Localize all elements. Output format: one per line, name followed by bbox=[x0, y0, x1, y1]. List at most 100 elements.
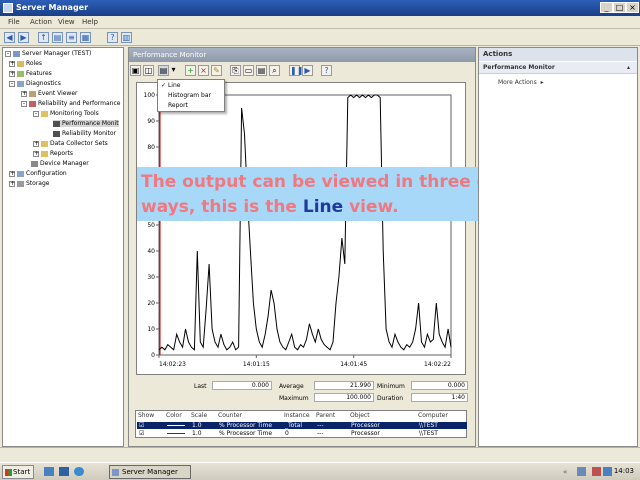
stat-average-label: Average bbox=[279, 383, 304, 390]
tray-alert-icon[interactable] bbox=[592, 467, 601, 476]
tray-arrow-icon[interactable]: « bbox=[563, 468, 567, 476]
menu-item-line[interactable]: ✓ Line bbox=[161, 82, 180, 89]
more-actions-link[interactable]: More Actions ▸ bbox=[498, 79, 544, 86]
change-graph-type-icon[interactable]: ▤ bbox=[158, 65, 169, 76]
network-icon[interactable] bbox=[577, 467, 586, 476]
help-icon[interactable]: ? bbox=[321, 65, 332, 76]
menu-file[interactable]: File bbox=[8, 18, 20, 26]
table-row[interactable]: ☑ 1.0 % Processor Time 0 --- Processor \… bbox=[137, 430, 467, 437]
freeze-display-icon[interactable]: ❚❚ bbox=[289, 65, 303, 76]
column-header-object[interactable]: Object bbox=[350, 412, 370, 419]
update-data-icon[interactable]: ▶ bbox=[302, 65, 313, 76]
minimize-button[interactable]: _ bbox=[600, 2, 613, 13]
tree-item-reliability-performance[interactable]: - Reliability and Performance bbox=[21, 100, 120, 107]
title-bar: Server Manager _ □ × bbox=[0, 0, 640, 16]
taskbar: Start Server Manager « 14:03 bbox=[0, 462, 640, 480]
collapse-section-icon[interactable]: ▴ bbox=[627, 64, 630, 71]
show-hide-tree-icon[interactable]: ▤ bbox=[52, 32, 63, 43]
export-icon[interactable]: ▦ bbox=[80, 32, 91, 43]
highlight-icon[interactable]: ✎ bbox=[211, 65, 222, 76]
menu-item-report[interactable]: Report bbox=[168, 102, 188, 109]
tree-root[interactable]: - Server Manager (TEST) bbox=[5, 50, 91, 57]
menu-help[interactable]: Help bbox=[82, 18, 98, 26]
collapse-icon[interactable]: - bbox=[5, 50, 11, 57]
expand-icon[interactable]: + bbox=[9, 170, 15, 177]
column-header-scale[interactable]: Scale bbox=[191, 412, 207, 419]
column-header-show[interactable]: Show bbox=[138, 412, 154, 419]
expand-icon[interactable]: + bbox=[9, 180, 15, 187]
y-tick-label: 20 bbox=[147, 300, 155, 307]
tree-item-performance-monitor[interactable]: Performance Monit bbox=[53, 120, 119, 127]
expand-icon[interactable]: + bbox=[21, 90, 27, 97]
taskbar-button-server-manager[interactable]: Server Manager bbox=[109, 465, 191, 479]
properties-icon[interactable]: ▤ bbox=[256, 65, 267, 76]
column-header-parent[interactable]: Parent bbox=[316, 412, 335, 419]
start-button[interactable]: Start bbox=[2, 465, 34, 479]
show-checkbox[interactable]: ☑ bbox=[139, 422, 144, 429]
view-log-data-icon[interactable]: ◫ bbox=[143, 65, 154, 76]
menu-item-histogram-bar[interactable]: Histogram bar bbox=[168, 92, 211, 99]
tree-item-monitoring-tools[interactable]: - Monitoring Tools bbox=[33, 110, 99, 117]
properties-icon[interactable]: ≡ bbox=[66, 32, 77, 43]
main-toolbar: ◀ ▶ ↑ ▤ ≡ ▦ ? ▥ bbox=[0, 29, 640, 46]
show-checkbox[interactable]: ☑ bbox=[139, 430, 144, 437]
tree-item-storage[interactable]: + Storage bbox=[9, 180, 49, 187]
view-current-activity-icon[interactable]: ▣ bbox=[130, 65, 141, 76]
tree-item-reports[interactable]: + Reports bbox=[33, 150, 73, 157]
close-button[interactable]: × bbox=[626, 2, 639, 13]
show-action-pane-icon[interactable]: ▥ bbox=[121, 32, 132, 43]
counter-list: Show Color Scale Counter Instance Parent… bbox=[135, 410, 467, 438]
show-desktop-icon[interactable] bbox=[59, 467, 69, 476]
back-icon[interactable]: ◀ bbox=[4, 32, 15, 43]
tree-item-configuration[interactable]: + Configuration bbox=[9, 170, 67, 177]
x-tick-label: 14:02:22 bbox=[424, 361, 451, 368]
status-bar bbox=[0, 447, 640, 461]
internet-explorer-icon[interactable] bbox=[74, 467, 84, 476]
collapse-icon[interactable]: - bbox=[33, 110, 39, 117]
up-folder-icon[interactable]: ↑ bbox=[38, 32, 49, 43]
table-row[interactable]: ☑ 1.0 % Processor Time _Total --- Proces… bbox=[137, 422, 467, 429]
graph-type-dropdown-icon[interactable]: ▾ bbox=[170, 65, 177, 76]
column-header-computer[interactable]: Computer bbox=[418, 412, 448, 419]
expand-icon[interactable]: + bbox=[9, 60, 15, 67]
menu-view[interactable]: View bbox=[58, 18, 75, 26]
column-header-instance[interactable]: Instance bbox=[284, 412, 310, 419]
stat-duration-value: 1:40 bbox=[411, 393, 468, 402]
zoom-icon[interactable]: ⌕ bbox=[269, 65, 280, 76]
stat-minimum-label: Minimum bbox=[377, 383, 405, 390]
column-header-counter[interactable]: Counter bbox=[218, 412, 242, 419]
y-tick-label: 50 bbox=[147, 222, 155, 229]
expand-icon[interactable]: + bbox=[9, 70, 15, 77]
actions-section-title: Performance Monitor bbox=[483, 64, 555, 71]
copy-properties-icon[interactable]: ⎘ bbox=[230, 65, 241, 76]
folder-icon bbox=[41, 140, 48, 147]
menu-bar: File Action View Help bbox=[0, 16, 640, 29]
paste-counter-list-icon[interactable]: ▭ bbox=[243, 65, 254, 76]
column-header-color[interactable]: Color bbox=[166, 412, 182, 419]
tree-item-features[interactable]: + Features bbox=[9, 70, 52, 77]
maximize-button[interactable]: □ bbox=[613, 2, 626, 13]
tree-item-reliability-monitor[interactable]: Reliability Monitor bbox=[53, 130, 116, 137]
tree-item-diagnostics[interactable]: - Diagnostics bbox=[9, 80, 61, 87]
expand-icon[interactable]: + bbox=[33, 140, 39, 147]
tree-item-roles[interactable]: + Roles bbox=[9, 60, 42, 67]
actions-section-header[interactable]: Performance Monitor ▴ bbox=[479, 62, 637, 74]
help-icon[interactable]: ? bbox=[107, 32, 118, 43]
forward-icon[interactable]: ▶ bbox=[18, 32, 29, 43]
center-pane-title: Performance Monitor bbox=[133, 51, 207, 59]
tree-item-event-viewer[interactable]: + Event Viewer bbox=[21, 90, 78, 97]
collapse-icon[interactable]: - bbox=[21, 100, 27, 107]
tree-item-data-collector-sets[interactable]: + Data Collector Sets bbox=[33, 140, 108, 147]
delete-counter-icon[interactable]: × bbox=[198, 65, 209, 76]
y-tick-label: 30 bbox=[147, 274, 155, 281]
folder-icon bbox=[41, 150, 48, 157]
expand-icon[interactable]: + bbox=[33, 150, 39, 157]
add-counter-icon[interactable]: + bbox=[185, 65, 196, 76]
server-manager-quicklaunch-icon[interactable] bbox=[44, 467, 54, 476]
collapse-icon[interactable]: - bbox=[9, 80, 15, 87]
volume-icon[interactable] bbox=[603, 467, 612, 476]
navigation-tree: - Server Manager (TEST) + Roles + Features … bbox=[2, 47, 124, 447]
tree-item-device-manager[interactable]: Device Manager bbox=[31, 160, 89, 167]
menu-action[interactable]: Action bbox=[30, 18, 52, 26]
device-manager-icon bbox=[31, 160, 38, 167]
